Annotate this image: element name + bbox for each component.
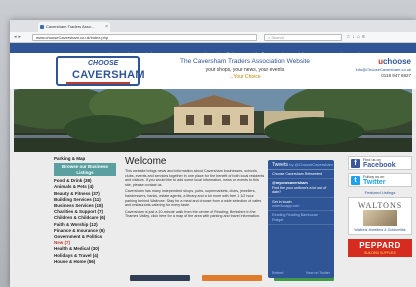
- tweets-title: Tweets: [272, 162, 288, 168]
- tweet-row: Get in touch: waterlooapp.com: [268, 198, 334, 212]
- nav-buttons: ◂▸: [14, 34, 23, 40]
- category-list: Food & Drink (38) Animals & Pets (4) Beaut…: [54, 178, 116, 265]
- tab-title: Caversham Traders Asso...: [46, 24, 95, 29]
- tweets-view-link[interactable]: View on Twitter: [306, 271, 330, 275]
- intro-paragraph-2: Caversham has many independent shops, pu…: [125, 189, 262, 208]
- choose-caversham-logo[interactable]: CHOOSE CAVERSHAM: [56, 56, 144, 86]
- promo-button-1[interactable]: [130, 275, 190, 281]
- logo-top-text: CHOOSE: [88, 60, 119, 67]
- close-tab-icon[interactable]: ×: [105, 22, 108, 32]
- logo-main-text: CAVERSHAM: [72, 69, 145, 81]
- site-tagline: your shops, your news, your events: [205, 67, 285, 73]
- page-body: Parking & Map Browse our Business Listin…: [10, 152, 416, 287]
- carousel-pager: [212, 145, 232, 152]
- uchoose-main: choose: [382, 57, 411, 66]
- tweet-text: Find the your uniform's a lot out of dat…: [272, 185, 327, 195]
- desktop-background: Caversham Traders Asso... × ◂▸ www.choos…: [0, 0, 416, 287]
- waltons-ad[interactable]: WALTONS Waltons Jewellers & Goldsmiths: [348, 197, 412, 235]
- site-tagline-2: ...Your Choice: [229, 74, 261, 80]
- peppard-ad-subtitle: BUILDING SUPPLIES: [364, 251, 396, 255]
- tweets-header: Tweets by @ChooseCaversham: [268, 160, 334, 170]
- featured-listings-heading: Featured Listings: [364, 190, 396, 195]
- toolbar-icons: ☆↓⌂≡: [346, 34, 367, 40]
- promo-button-2[interactable]: [202, 275, 262, 281]
- twitter-widget: Tweets by @ChooseCaversham Choose Cavers…: [268, 160, 334, 278]
- main-content: Welcome This website brings news and inf…: [125, 156, 265, 221]
- page-title: Welcome: [125, 156, 167, 167]
- tweet-row: @myonecaversham Find the your uniform's a…: [268, 179, 334, 198]
- logo-underline: [66, 82, 130, 84]
- site-header: CHOOSE CAVERSHAM The Caversham Traders A…: [10, 53, 416, 89]
- header-email[interactable]: info@ChooseCaversham.co.uk: [356, 67, 411, 72]
- uchoose-brand: uchoose info@ChooseCaversham.co.uk 0118 …: [356, 57, 411, 78]
- sidebar-category-link[interactable]: House & Home (56): [54, 259, 116, 265]
- tweets-embed-link[interactable]: Embed: [272, 271, 283, 275]
- facebook-main-text: Facebook: [363, 162, 396, 169]
- tab-bar: Caversham Traders Asso... ×: [10, 20, 416, 37]
- facebook-link[interactable]: f Find us on Facebook: [348, 156, 412, 170]
- waltons-ad-caption: Waltons Jewellers & Goldsmiths: [354, 228, 406, 232]
- search-placeholder: Search: [271, 35, 285, 40]
- sidebar-parking-link[interactable]: Parking & Map: [54, 156, 116, 162]
- hero-banner: [14, 89, 412, 152]
- tweet-text[interactable]: Reading Reading Barnhouse Rollgat: [272, 213, 318, 221]
- peppard-ad[interactable]: PEPPARD BUILDING SUPPLIES: [348, 239, 412, 257]
- browser-tab[interactable]: Caversham Traders Asso... ×: [38, 22, 110, 32]
- tweets-by[interactable]: by @ChooseCaversham: [289, 162, 333, 167]
- forward-icon[interactable]: ▸: [19, 34, 24, 40]
- url-field[interactable]: www.chooseCaversham.co.uk/index.php: [32, 34, 257, 41]
- intro-paragraph-1: This website brings news and information…: [125, 169, 265, 187]
- facebook-icon: f: [351, 159, 360, 168]
- twitter-main-text: Twitter: [363, 179, 386, 186]
- tweet-row: Reading Reading Barnhouse Rollgat: [268, 211, 334, 226]
- favicon-icon: [40, 25, 44, 29]
- search-input[interactable]: ⌕ Search: [264, 34, 342, 41]
- waltons-ad-title: WALTONS: [357, 201, 403, 210]
- tweet-row: Choose Caversham Retweeted: [268, 170, 334, 180]
- tweet-user[interactable]: @myonecaversham: [272, 181, 308, 185]
- right-sidebar: f Find us on Facebook t Follow us on Twi…: [348, 156, 412, 257]
- site-title: The Caversham Traders Association Websit…: [180, 58, 310, 65]
- tweet-retweet-label: Choose Caversham Retweeted: [272, 172, 322, 176]
- uchoose-logo[interactable]: uchoose: [356, 57, 411, 66]
- web-page: HomeAboutHistoryListingsEventsNewsJobsCl…: [10, 43, 416, 287]
- site-nav: HomeAboutHistoryListingsEventsNewsJobsCl…: [10, 43, 416, 57]
- sidebar: Parking & Map Browse our Business Listin…: [54, 156, 116, 265]
- tweet-text: Get in touch:: [272, 199, 293, 204]
- tweet-link[interactable]: waterlooapp.com: [272, 204, 299, 208]
- sidebar-browse-listings[interactable]: Browse our Business Listings: [54, 163, 116, 177]
- header-phone: 0118 947 6927: [381, 73, 411, 78]
- twitter-icon: t: [351, 176, 360, 185]
- browser-window: Caversham Traders Asso... × ◂▸ www.choos…: [10, 20, 416, 287]
- peppard-ad-title: PEPPARD: [359, 241, 401, 250]
- intro-paragraph-3: Caversham is just a 10-minute walk from …: [125, 209, 260, 219]
- hero-image: [14, 89, 412, 152]
- header-title-block: The Caversham Traders Association Websit…: [160, 58, 330, 80]
- tweets-footer: Embed View on Twitter: [272, 271, 330, 275]
- twitter-link[interactable]: t Follow us on Twitter: [348, 173, 412, 187]
- waltons-ad-image: [363, 210, 397, 226]
- address-bar-row: ◂▸ www.chooseCaversham.co.uk/index.php ⌕…: [10, 32, 416, 43]
- menu-icon[interactable]: ≡: [362, 34, 367, 40]
